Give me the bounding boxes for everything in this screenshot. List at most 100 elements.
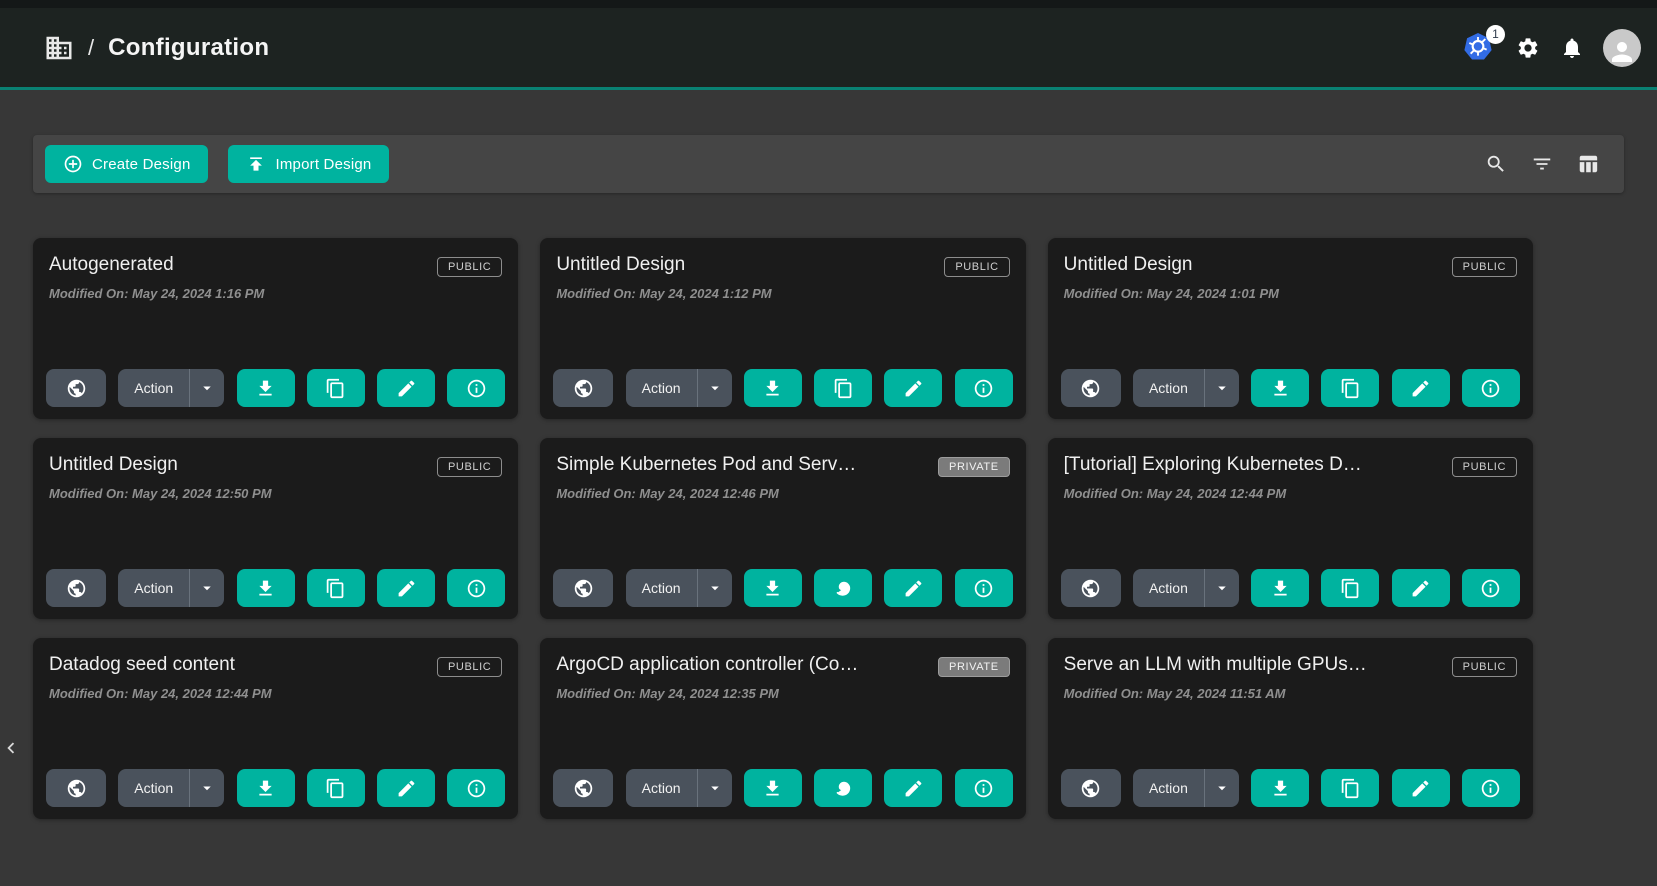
chevron-down-icon[interactable]: [1205, 579, 1239, 597]
action-dropdown-button[interactable]: Action: [118, 569, 224, 607]
clone-button[interactable]: [1321, 369, 1379, 407]
edit-button[interactable]: [377, 569, 435, 607]
action-dropdown-button[interactable]: Action: [626, 569, 732, 607]
card-title: Simple Kubernetes Pod and Serv…: [556, 454, 856, 476]
visibility-globe-button[interactable]: [1061, 569, 1121, 607]
import-design-button[interactable]: Import Design: [228, 145, 389, 183]
download-button[interactable]: [1251, 769, 1309, 807]
chevron-down-icon[interactable]: [698, 779, 732, 797]
info-button[interactable]: [447, 769, 505, 807]
clone-button[interactable]: [307, 569, 365, 607]
info-icon: [466, 778, 487, 799]
info-button[interactable]: [1462, 569, 1520, 607]
info-button[interactable]: [447, 369, 505, 407]
clone-button[interactable]: [814, 369, 872, 407]
visibility-globe-button[interactable]: [46, 369, 106, 407]
download-icon: [762, 378, 783, 399]
action-dropdown-button[interactable]: Action: [1133, 369, 1239, 407]
download-icon: [255, 578, 276, 599]
user-avatar[interactable]: [1603, 29, 1641, 67]
clone-button[interactable]: [1321, 769, 1379, 807]
info-button[interactable]: [1462, 769, 1520, 807]
download-icon: [255, 778, 276, 799]
download-button[interactable]: [237, 569, 295, 607]
chevron-down-icon[interactable]: [190, 579, 224, 597]
info-button[interactable]: [955, 569, 1013, 607]
edit-button[interactable]: [884, 769, 942, 807]
download-icon: [1270, 778, 1291, 799]
card-modified-date: Modified On: May 24, 2024 12:50 PM: [49, 486, 502, 501]
settings-gear-icon[interactable]: [1515, 35, 1541, 61]
edit-button[interactable]: [1392, 369, 1450, 407]
building-logo-icon[interactable]: [44, 33, 74, 63]
clone-button[interactable]: [307, 769, 365, 807]
card-modified-date: Modified On: May 24, 2024 12:44 PM: [49, 686, 502, 701]
visibility-globe-button[interactable]: [553, 769, 613, 807]
spiral-icon: [833, 778, 854, 799]
kubernetes-context-icon[interactable]: 1: [1461, 31, 1497, 65]
action-dropdown-button[interactable]: Action: [1133, 769, 1239, 807]
action-button-label: Action: [626, 380, 697, 396]
visibility-globe-button[interactable]: [1061, 369, 1121, 407]
card-modified-date: Modified On: May 24, 2024 12:35 PM: [556, 686, 1009, 701]
action-button-label: Action: [118, 780, 189, 796]
search-icon[interactable]: [1484, 152, 1508, 176]
visibility-globe-button[interactable]: [553, 569, 613, 607]
design-card: Untitled Design PUBLIC Modified On: May …: [540, 238, 1025, 419]
action-dropdown-button[interactable]: Action: [118, 369, 224, 407]
card-actions: Action: [46, 769, 505, 807]
download-button[interactable]: [1251, 369, 1309, 407]
download-button[interactable]: [744, 769, 802, 807]
design-card: ArgoCD application controller (Co… PRIVA…: [540, 638, 1025, 819]
edit-button[interactable]: [377, 369, 435, 407]
notifications-bell-icon[interactable]: [1559, 35, 1585, 61]
info-button[interactable]: [955, 369, 1013, 407]
download-button[interactable]: [744, 369, 802, 407]
info-button[interactable]: [447, 569, 505, 607]
copy-icon: [1340, 778, 1361, 799]
edit-button[interactable]: [377, 769, 435, 807]
action-dropdown-button[interactable]: Action: [626, 369, 732, 407]
download-button[interactable]: [237, 769, 295, 807]
drawer-collapse-chevron-icon[interactable]: [0, 735, 22, 761]
action-dropdown-button[interactable]: Action: [118, 769, 224, 807]
kanvas-button[interactable]: [814, 569, 872, 607]
info-button[interactable]: [955, 769, 1013, 807]
chevron-down-icon[interactable]: [190, 779, 224, 797]
visibility-badge: PUBLIC: [1452, 657, 1517, 677]
design-card: Serve an LLM with multiple GPUs… PUBLIC …: [1048, 638, 1533, 819]
action-dropdown-button[interactable]: Action: [1133, 569, 1239, 607]
download-button[interactable]: [237, 369, 295, 407]
kanvas-button[interactable]: [814, 769, 872, 807]
chevron-down-icon[interactable]: [698, 379, 732, 397]
globe-icon: [1080, 778, 1101, 799]
visibility-badge: PRIVATE: [938, 657, 1010, 677]
download-button[interactable]: [744, 569, 802, 607]
create-design-button[interactable]: Create Design: [45, 145, 208, 183]
visibility-globe-button[interactable]: [46, 769, 106, 807]
card-actions: Action: [46, 569, 505, 607]
edit-button[interactable]: [1392, 569, 1450, 607]
visibility-globe-button[interactable]: [46, 569, 106, 607]
edit-button[interactable]: [1392, 769, 1450, 807]
edit-button[interactable]: [884, 569, 942, 607]
info-button[interactable]: [1462, 369, 1520, 407]
cards-grid: Autogenerated PUBLIC Modified On: May 24…: [33, 238, 1533, 819]
download-icon: [255, 378, 276, 399]
visibility-globe-button[interactable]: [553, 369, 613, 407]
card-actions: Action: [1061, 369, 1520, 407]
visibility-globe-button[interactable]: [1061, 769, 1121, 807]
clone-button[interactable]: [1321, 569, 1379, 607]
card-title: Datadog seed content: [49, 654, 235, 676]
card-title: Serve an LLM with multiple GPUs…: [1064, 654, 1367, 676]
chevron-down-icon[interactable]: [1205, 379, 1239, 397]
chevron-down-icon[interactable]: [190, 379, 224, 397]
clone-button[interactable]: [307, 369, 365, 407]
chevron-down-icon[interactable]: [698, 579, 732, 597]
download-button[interactable]: [1251, 569, 1309, 607]
filter-icon[interactable]: [1530, 152, 1554, 176]
table-view-icon[interactable]: [1576, 152, 1600, 176]
chevron-down-icon[interactable]: [1205, 779, 1239, 797]
edit-button[interactable]: [884, 369, 942, 407]
action-dropdown-button[interactable]: Action: [626, 769, 732, 807]
